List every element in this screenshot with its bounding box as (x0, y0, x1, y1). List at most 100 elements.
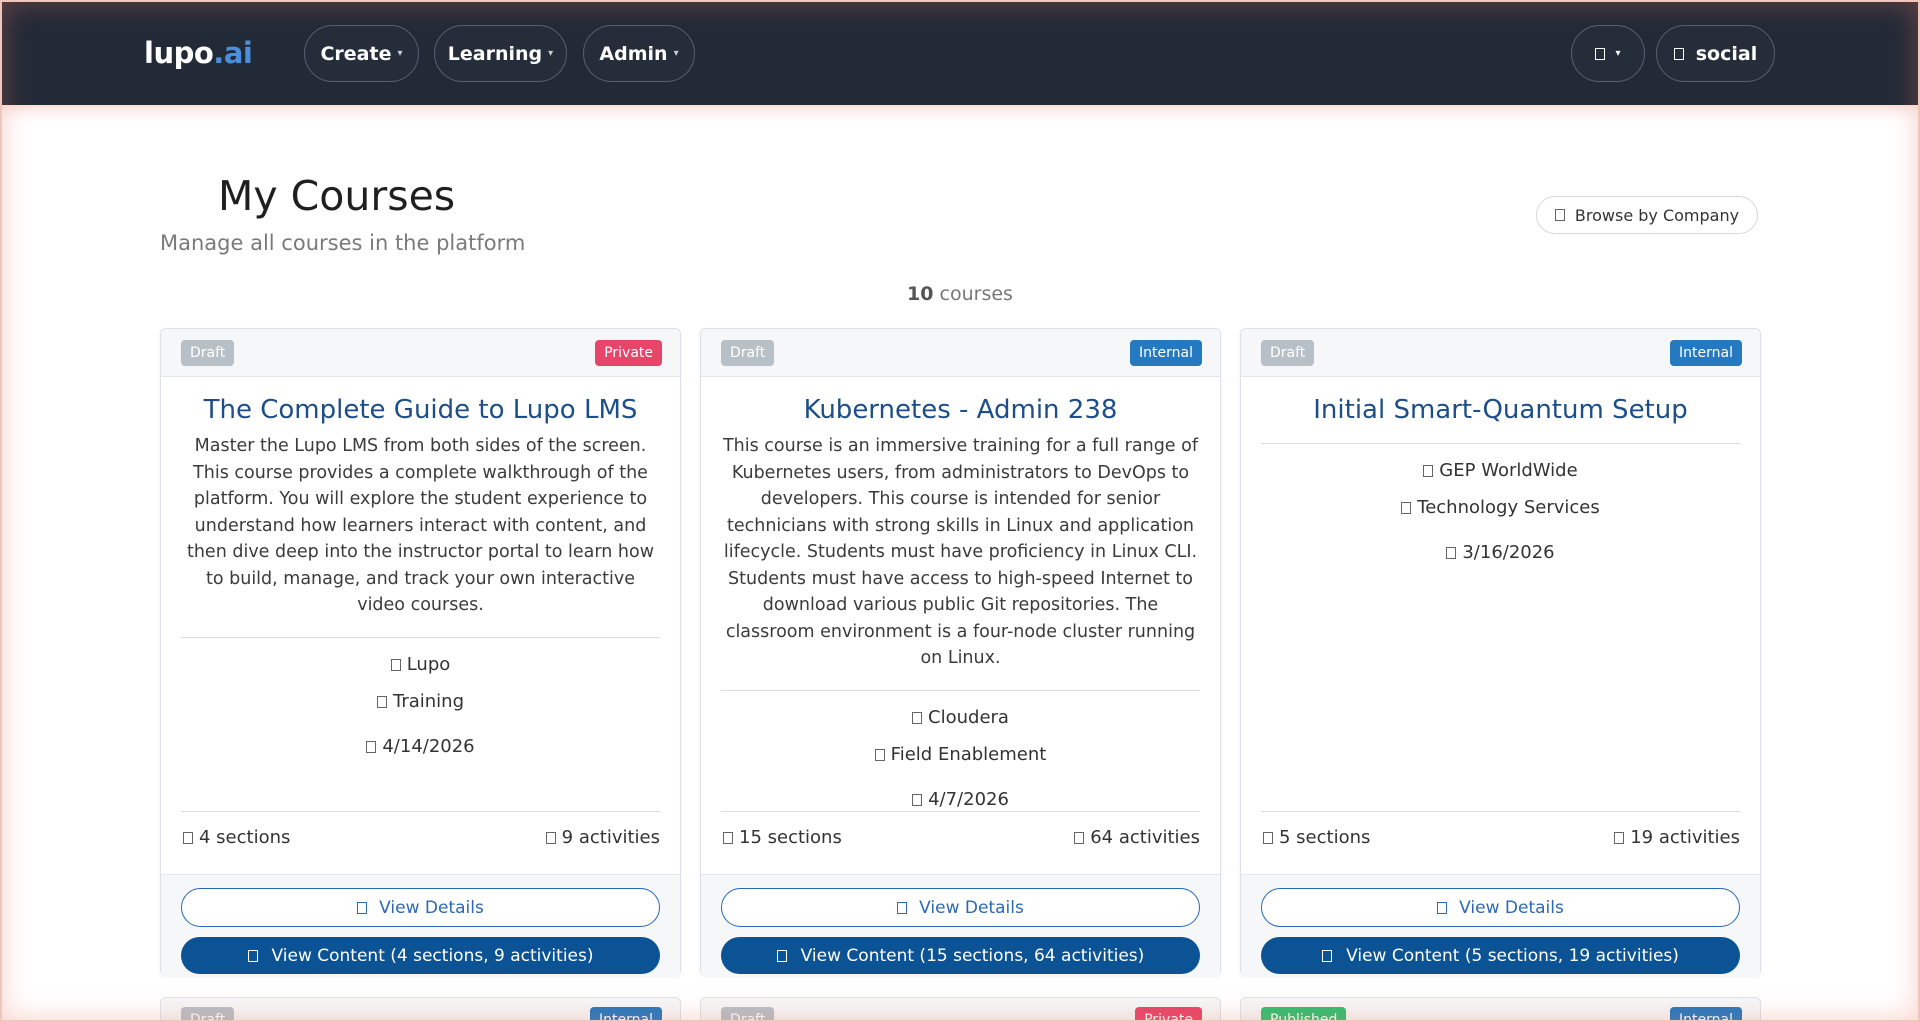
activities-text: 9 activities (561, 827, 660, 848)
status-badge: Draft (1261, 340, 1315, 366)
notifications-menu[interactable]: ▾ (1571, 25, 1645, 82)
course-card: Draft Internal (160, 997, 681, 1022)
book-icon (776, 949, 787, 962)
status-badge: Draft (181, 340, 235, 366)
activities-count: 64 activities (1074, 827, 1200, 848)
course-count-number: 10 (907, 283, 934, 305)
bell-icon (1595, 47, 1606, 60)
view-content-label: View Content (5 sections, 19 activities) (1346, 945, 1679, 966)
divider (1261, 443, 1740, 444)
user-menu[interactable]: social (1656, 25, 1775, 82)
page-subtitle: Manage all courses in the platform (160, 231, 526, 255)
book-icon (1322, 949, 1333, 962)
divider (181, 811, 660, 812)
divider (181, 636, 660, 638)
date-row: 4/7/2026 (701, 789, 1220, 810)
course-title[interactable]: The Complete Guide to Lupo LMS (161, 395, 680, 425)
company-name: GEP WorldWide (1439, 460, 1578, 481)
course-card: Draft Private The Complete Guide to Lupo… (160, 328, 681, 977)
book-icon (247, 949, 258, 962)
company-name: Cloudera (928, 706, 1009, 728)
course-count: 10 courses (0, 283, 1920, 305)
view-content-button[interactable]: View Content (4 sections, 9 activities) (181, 937, 660, 974)
calendar-icon (366, 740, 377, 753)
user-name: social (1695, 42, 1758, 65)
view-content-label: View Content (4 sections, 9 activities) (271, 945, 594, 966)
view-details-label: View Details (919, 897, 1024, 918)
view-content-button[interactable]: View Content (5 sections, 19 activities) (1261, 937, 1740, 974)
divider (721, 689, 1200, 691)
sections-text: 5 sections (1279, 827, 1371, 848)
course-meta: GEP WorldWide Technology Services 3/16/2… (1241, 460, 1760, 563)
category-name: Training (392, 690, 465, 712)
page-title: My Courses (218, 172, 456, 220)
tag-icon (376, 695, 387, 708)
course-card: Draft Internal Initial Smart-Quantum Set… (1240, 328, 1761, 977)
status-badge: Published (1261, 1007, 1347, 1022)
nav-create-label: Create (320, 42, 392, 65)
view-content-label: View Content (15 sections, 64 activities… (800, 945, 1145, 966)
chevron-down-icon: ▾ (548, 48, 554, 59)
list-icon (1263, 832, 1273, 844)
divider (721, 811, 1200, 812)
activities-count: 9 activities (545, 827, 660, 848)
sections-count: 5 sections (1263, 827, 1370, 848)
course-description: Master the Lupo LMS from both sides of t… (186, 436, 655, 615)
building-icon (1554, 209, 1565, 221)
visibility-badge: Private (1135, 1007, 1202, 1022)
company-row: GEP WorldWide (1241, 460, 1760, 481)
course-meta: Cloudera Field Enablement 4/7/2026 (701, 707, 1220, 810)
tag-icon (1401, 502, 1412, 514)
building-icon (1423, 465, 1434, 477)
eye-icon (1437, 901, 1448, 914)
company-row: Cloudera (701, 707, 1220, 728)
view-details-label: View Details (1459, 897, 1564, 918)
category-row: Technology Services (1241, 497, 1760, 518)
category-name: Field Enablement (890, 743, 1047, 765)
course-card: Draft Internal Kubernetes - Admin 238 Th… (700, 328, 1221, 977)
user-icon (1673, 47, 1684, 60)
nav-learning-label: Learning (447, 42, 543, 65)
course-count-suffix: courses (939, 283, 1013, 305)
nav-admin-menu[interactable]: Admin ▾ (583, 25, 695, 82)
divider (1261, 811, 1740, 812)
calendar-icon (1446, 547, 1457, 559)
date-row: 4/14/2026 (161, 736, 680, 757)
view-details-label: View Details (379, 897, 484, 918)
nav-learning-menu[interactable]: Learning ▾ (434, 25, 567, 82)
course-title[interactable]: Initial Smart-Quantum Setup (1241, 395, 1760, 425)
visibility-badge: Internal (1670, 1007, 1742, 1022)
company-row: Lupo (161, 654, 680, 675)
card-footer: View Details View Content (5 sections, 1… (1241, 874, 1760, 977)
visibility-badge: Internal (1130, 340, 1202, 366)
course-meta: Lupo Training 4/14/2026 (161, 654, 680, 757)
brand-main: lupo (144, 36, 214, 70)
card-footer: View Details View Content (15 sections, … (701, 874, 1220, 977)
view-details-button[interactable]: View Details (181, 888, 660, 927)
brand-dot: . (213, 36, 224, 70)
list-icon (183, 832, 193, 844)
course-date: 4/7/2026 (928, 788, 1009, 810)
visibility-badge: Internal (590, 1007, 662, 1022)
eye-icon (897, 901, 908, 914)
chevron-down-icon: ▾ (1615, 48, 1621, 59)
view-details-button[interactable]: View Details (721, 888, 1200, 927)
view-content-button[interactable]: View Content (15 sections, 64 activities… (721, 937, 1200, 974)
tag-icon (874, 748, 885, 761)
nav-create-menu[interactable]: Create ▾ (304, 25, 419, 82)
view-details-button[interactable]: View Details (1261, 888, 1740, 927)
sections-text: 15 sections (739, 827, 842, 848)
brand-logo[interactable]: lupo.ai (144, 36, 253, 70)
building-icon (390, 658, 401, 671)
list-icon (723, 832, 733, 844)
course-title[interactable]: Kubernetes - Admin 238 (701, 395, 1220, 425)
category-name: Technology Services (1417, 497, 1600, 518)
chevron-down-icon: ▾ (673, 48, 679, 59)
visibility-badge: Private (595, 340, 662, 366)
course-description: This course is an immersive training for… (722, 436, 1198, 668)
course-card: Draft Private (700, 997, 1221, 1022)
company-name: Lupo (406, 653, 451, 675)
date-row: 3/16/2026 (1241, 542, 1760, 563)
browse-by-company-button[interactable]: Browse by Company (1536, 196, 1758, 234)
course-card: Published Internal (1240, 997, 1761, 1022)
